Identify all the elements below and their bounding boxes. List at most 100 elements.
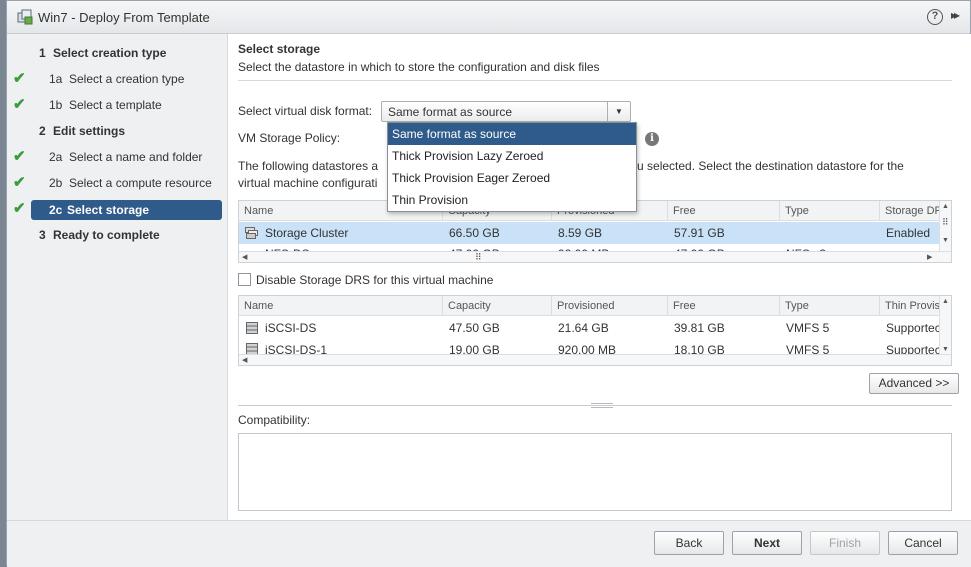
scroll-left-icon[interactable]: ◀	[242, 253, 247, 261]
table-row[interactable]: iSCSI-DS 47.50 GB 21.64 GB 39.81 GB VMFS…	[239, 317, 951, 339]
type-cell: VMFS 5	[786, 321, 830, 335]
datastore-name: Storage Cluster	[265, 226, 349, 240]
column-header[interactable]: Type	[780, 296, 880, 316]
step-select-a-template[interactable]: ✔ 1b Select a template	[7, 95, 228, 115]
collapse-panel-icon[interactable]: ▸▸	[951, 8, 960, 22]
step-label: Select a template	[69, 98, 162, 112]
column-chooser-icon[interactable]: ⠿	[942, 217, 949, 228]
step-label: Select a name and folder	[69, 150, 203, 164]
column-header[interactable]: Free	[668, 201, 780, 221]
step-select-a-creation-type[interactable]: ✔ 1a Select a creation type	[7, 69, 228, 89]
scroll-left-icon[interactable]: ◀	[242, 356, 247, 364]
scroll-down-icon[interactable]: ▼	[942, 346, 949, 353]
step-number: 2a	[49, 150, 63, 164]
scroll-down-icon[interactable]: ▼	[942, 237, 949, 244]
dialog-title: Win7 - Deploy From Template	[38, 10, 210, 25]
storage-policy-label: VM Storage Policy:	[238, 131, 341, 145]
dropdown-option-same-format[interactable]: Same format as source	[388, 123, 636, 145]
horizontal-scrollbar[interactable]: ◀ ⠿ ▶	[239, 251, 951, 262]
disable-drs-label[interactable]: Disable Storage DRS for this virtual mac…	[256, 273, 493, 287]
datastore-cluster-icon	[245, 227, 258, 239]
check-icon: ✔	[13, 148, 26, 165]
check-icon: ✔	[13, 174, 26, 191]
description-line: The following datastores a	[238, 159, 379, 173]
dropdown-option-thick-eager[interactable]: Thick Provision Eager Zeroed	[388, 167, 636, 189]
free-cell: 57.91 GB	[674, 226, 725, 240]
provisioned-cell: 21.64 GB	[558, 321, 609, 335]
type-cell	[780, 222, 880, 244]
column-header[interactable]: Provisioned	[552, 296, 668, 316]
step-select-creation-type[interactable]: 1 Select creation type	[7, 43, 228, 63]
vertical-scrollbar[interactable]: ▲ ⠿ ▼	[939, 201, 951, 253]
help-icon[interactable]: ?	[927, 9, 943, 25]
cancel-button[interactable]: Cancel	[888, 531, 958, 555]
step-number: 2c	[49, 203, 63, 217]
step-label: Edit settings	[53, 124, 126, 138]
scroll-thumb-grip-icon[interactable]: ⠿	[475, 252, 482, 262]
capacity-cell: 66.50 GB	[449, 226, 500, 240]
back-button[interactable]: Back	[654, 531, 724, 555]
step-number: 2	[39, 124, 46, 138]
vm-template-icon	[17, 9, 33, 25]
check-icon: ✔	[13, 70, 26, 87]
step-label: Select storage	[67, 203, 150, 217]
table-row[interactable]: Storage Cluster 66.50 GB 8.59 GB 57.91 G…	[239, 222, 951, 244]
datastore-name: iSCSI-DS-1	[265, 343, 328, 354]
datastore-icon	[246, 343, 258, 354]
step-number: 1	[39, 46, 46, 60]
description-line: virtual machine configurati	[238, 176, 378, 190]
capacity-cell: 19.00 GB	[449, 343, 500, 354]
type-cell: VMFS 5	[786, 343, 830, 354]
disable-drs-checkbox[interactable]	[238, 273, 251, 286]
disk-format-dropdown: Same format as source Thick Provision La…	[387, 122, 637, 212]
provisioned-cell: 8.59 GB	[558, 226, 603, 240]
dropdown-option-thin[interactable]: Thin Provision	[388, 189, 636, 211]
divider	[238, 80, 952, 81]
scroll-up-icon[interactable]: ▲	[942, 203, 949, 210]
step-number: 3	[39, 228, 46, 242]
thin-provisioning-cell: Supportec	[886, 321, 940, 335]
check-icon: ✔	[13, 200, 26, 217]
step-label: Select a compute resource	[69, 176, 212, 190]
splitter-handle[interactable]	[591, 403, 613, 408]
dropdown-option-thick-lazy[interactable]: Thick Provision Lazy Zeroed	[388, 145, 636, 167]
scroll-up-icon[interactable]: ▲	[942, 298, 949, 305]
datastore-icon	[246, 322, 258, 334]
disk-format-select[interactable]: Same format as source ▼	[381, 101, 631, 122]
scroll-right-icon[interactable]: ▶	[927, 253, 932, 261]
datastore-name: iSCSI-DS	[265, 321, 317, 335]
column-header[interactable]: Name	[239, 296, 443, 316]
storage-drs-cell: Enabled	[886, 226, 931, 240]
step-label: Ready to complete	[53, 228, 160, 242]
grid-header: Name Capacity Provisioned Free Type Thin…	[239, 296, 951, 316]
advanced-button[interactable]: Advanced >>	[869, 373, 959, 394]
step-label: Select creation type	[53, 46, 167, 60]
main-panel: Select storage Select the datastore in w…	[229, 34, 971, 520]
column-header[interactable]: Storage DRS	[880, 201, 942, 221]
deploy-template-dialog: Win7 - Deploy From Template ? ▸▸ 1 Selec…	[6, 0, 971, 567]
step-select-compute-resource[interactable]: ✔ 2b Select a compute resource	[7, 173, 228, 193]
free-cell: 18.10 GB	[674, 343, 725, 354]
step-ready-to-complete[interactable]: 3 Ready to complete	[7, 225, 228, 245]
next-button[interactable]: Next	[732, 531, 802, 555]
column-header[interactable]: Free	[668, 296, 780, 316]
check-icon: ✔	[13, 96, 26, 113]
column-header[interactable]: Capacity	[443, 296, 552, 316]
step-label: Select a creation type	[69, 72, 185, 86]
finish-button: Finish	[810, 531, 880, 555]
step-edit-settings[interactable]: 2 Edit settings	[7, 121, 228, 141]
disk-format-value: Same format as source	[388, 105, 513, 119]
step-number: 1b	[49, 98, 63, 112]
chevron-down-icon[interactable]: ▼	[607, 102, 630, 121]
step-select-storage[interactable]: 2c Select storage	[31, 200, 222, 220]
info-icon[interactable]: i	[645, 132, 659, 146]
description-line: at you selected. Select the destination …	[611, 159, 904, 173]
horizontal-scrollbar[interactable]: ◀	[239, 354, 951, 365]
capacity-cell: 47.50 GB	[449, 321, 500, 335]
vertical-scrollbar[interactable]: ▲ ▼	[939, 296, 951, 356]
table-row[interactable]: iSCSI-DS-1 19.00 GB 920.00 MB 18.10 GB V…	[239, 339, 951, 354]
column-header[interactable]: Thin Provisio	[880, 296, 942, 316]
wizard-steps-sidebar: 1 Select creation type ✔ 1a Select a cre…	[7, 34, 228, 520]
column-header[interactable]: Type	[780, 201, 880, 221]
step-select-name-and-folder[interactable]: ✔ 2a Select a name and folder	[7, 147, 228, 167]
